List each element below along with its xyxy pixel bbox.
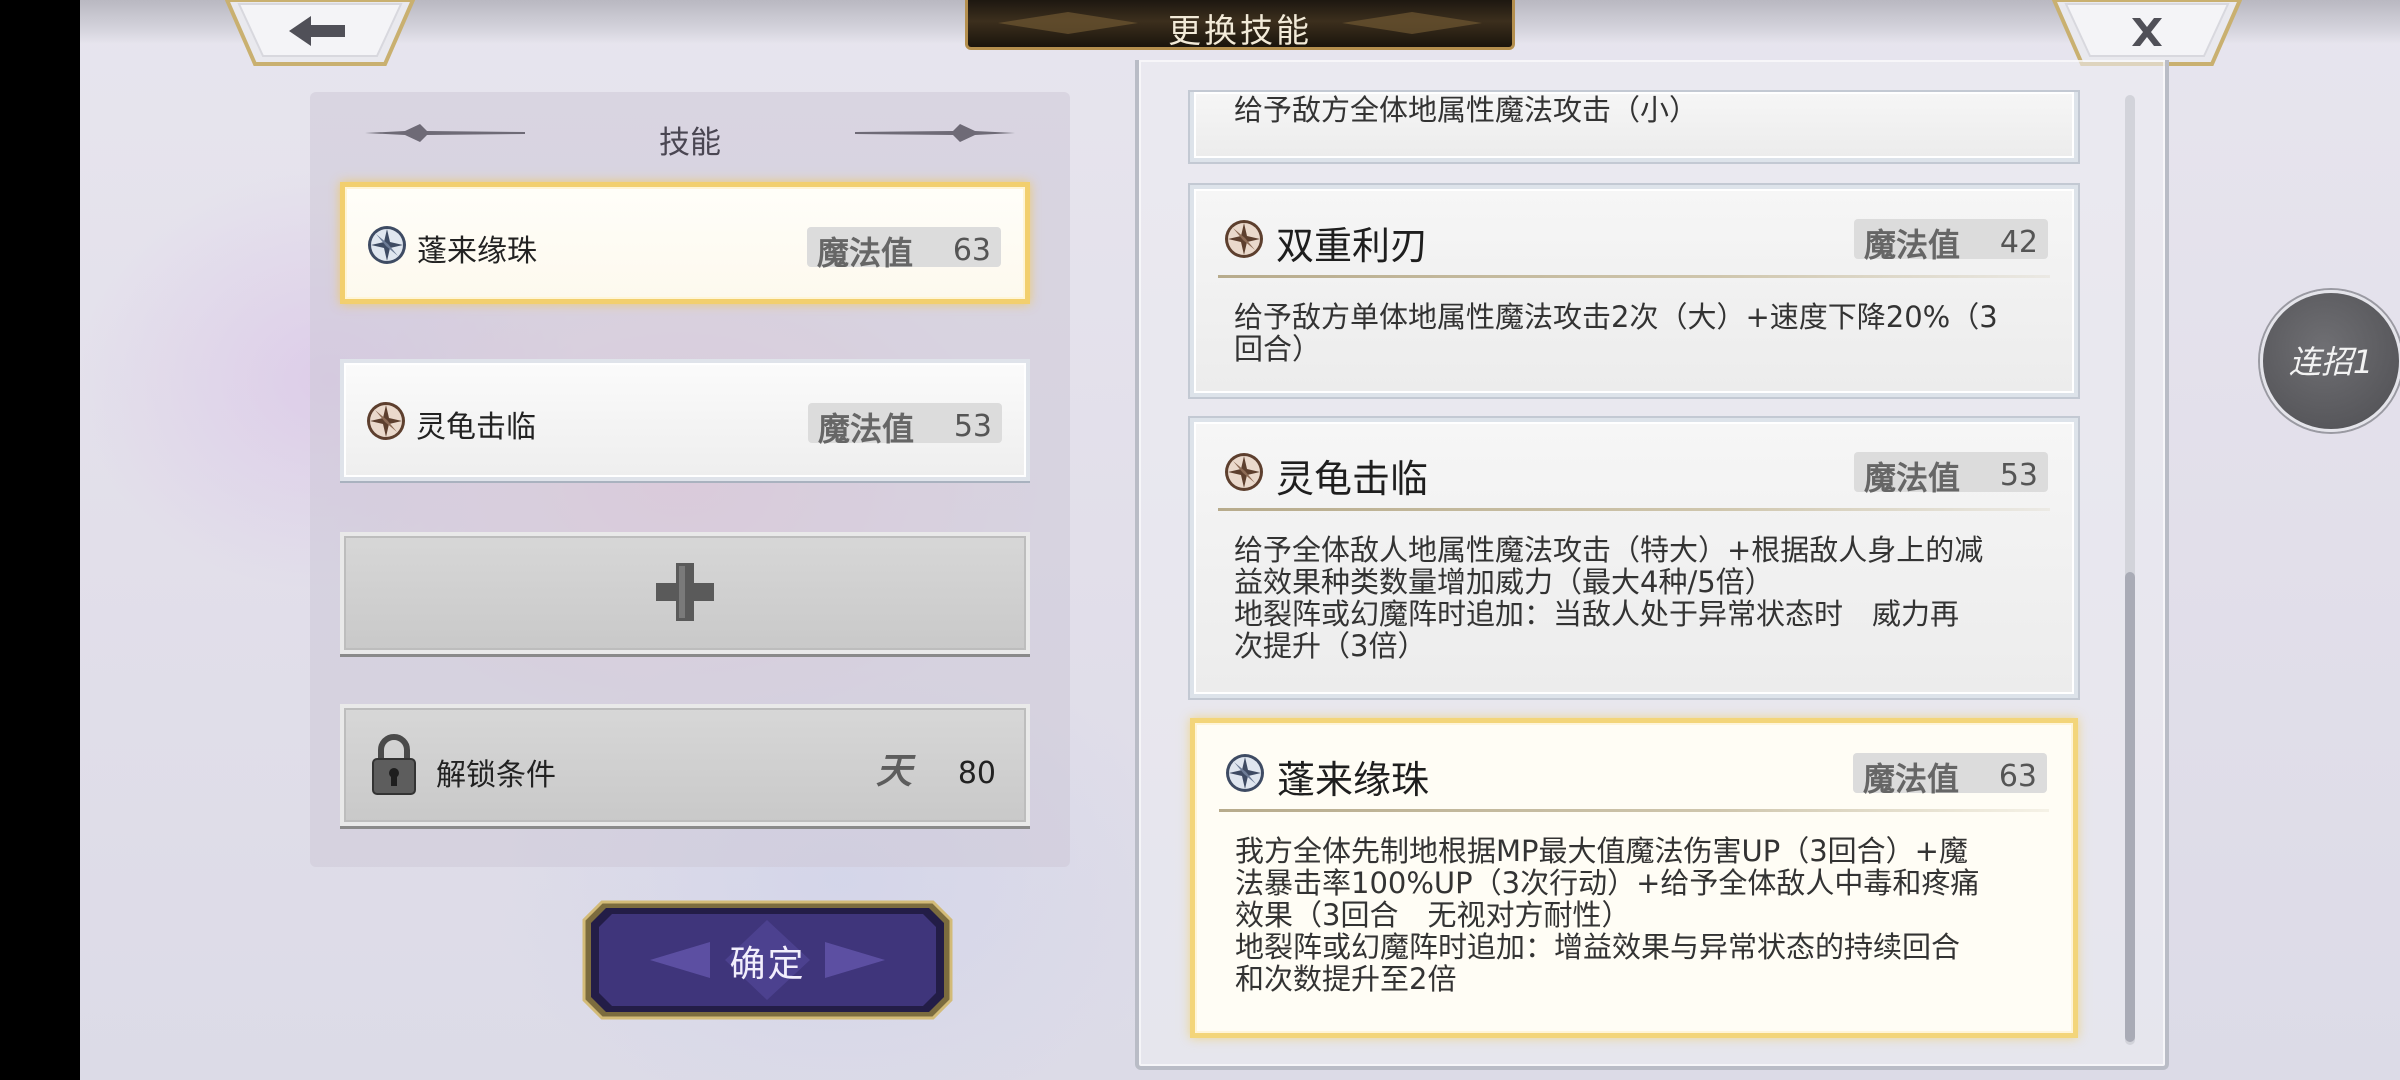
compass-star-blue-icon [1226, 754, 1264, 792]
skill-name: 双重利刃 [1276, 224, 1429, 268]
mp-value: 42 [1999, 225, 2038, 260]
skill-list-scrollbar-thumb[interactable] [2125, 572, 2135, 1042]
add-skill-slot[interactable] [340, 532, 1030, 654]
mp-cost-badge: 魔法值 53 [808, 403, 1002, 448]
combo-label: 连招1 [2288, 343, 2374, 381]
rank-heaven-icon: 天 [876, 751, 913, 792]
skill-card-2[interactable]: 灵龟击临 魔法值 53 给予全体敌人地属性魔法攻击（特大）+根据敌人身上的减 益… [1190, 418, 2078, 698]
back-arrow-icon [225, 0, 415, 66]
unlock-condition-label: 解锁条件 [436, 758, 556, 793]
mp-value: 53 [953, 409, 992, 444]
mp-label: 魔法值 [817, 234, 914, 272]
combo-button[interactable]: 连招1 [2260, 290, 2400, 432]
skill-description: 我方全体先制地根据MP最大值魔法伤害UP（3回合）+魔 法暴击率100%UP（3… [1235, 834, 1980, 996]
card-divider [1218, 508, 2050, 511]
skill-name: 灵龟击临 [1276, 457, 1429, 501]
skill-description: 给予全体敌人地属性魔法攻击（特大）+根据敌人身上的减 益效果种类数量增加威力（最… [1234, 533, 1984, 663]
game-screen: 更换技能 技能 蓬来缘珠 魔法值 63 灵龟击临 魔法值 53 解锁条件 天 8… [80, 0, 2400, 1080]
close-x-icon [2052, 0, 2242, 66]
compass-star-brown-icon [1225, 220, 1263, 258]
mp-cost-badge: 魔法值 63 [807, 227, 1001, 272]
locked-skill-slot[interactable]: 解锁条件 天 80 [340, 704, 1030, 826]
slot-skill-name: 灵龟击临 [416, 410, 536, 445]
padlock-icon [372, 734, 416, 795]
mp-label: 魔法值 [1864, 226, 1961, 264]
skill-description: 给予敌方全体地属性魔法攻击（小） [1234, 93, 1699, 127]
plus-icon [656, 563, 714, 621]
compass-star-blue-icon [368, 226, 406, 264]
mp-value: 63 [1998, 759, 2037, 794]
title-plate: 更换技能 [965, 0, 1515, 50]
equipped-skills-panel: 技能 蓬来缘珠 魔法值 63 灵龟击临 魔法值 53 解锁条件 天 80 [310, 92, 1070, 867]
skill-description: 给予敌方单体地属性魔法攻击2次（大）+速度下降20%（3 回合） [1234, 300, 1998, 366]
unlock-level-value: 80 [957, 756, 996, 791]
mp-cost-badge: 魔法值 42 [1854, 219, 2048, 264]
mp-label: 魔法值 [818, 410, 915, 448]
skill-name: 蓬来缘珠 [1277, 758, 1430, 802]
compass-star-brown-icon [367, 402, 405, 440]
skill-card-1[interactable]: 双重利刃 魔法值 42 给予敌方单体地属性魔法攻击2次（大）+速度下降20%（3… [1190, 185, 2078, 397]
skill-slot-1[interactable]: 蓬来缘珠 魔法值 63 [340, 182, 1030, 304]
mp-value: 53 [1999, 458, 2038, 493]
compass-star-brown-icon [1225, 453, 1263, 491]
skill-slot-2[interactable]: 灵龟击临 魔法值 53 [340, 359, 1030, 481]
mp-cost-badge: 魔法值 63 [1853, 753, 2047, 798]
page-title: 更换技能 [1168, 11, 1312, 50]
skill-card-partial[interactable]: 给予敌方全体地属性魔法攻击（小） [1190, 92, 2078, 162]
back-button[interactable] [225, 0, 415, 66]
mp-label: 魔法值 [1864, 459, 1961, 497]
close-button[interactable] [2052, 0, 2242, 66]
mp-label: 魔法值 [1863, 760, 1960, 798]
confirm-label: 确定 [729, 944, 806, 985]
skill-card-3[interactable]: 蓬来缘珠 魔法值 63 我方全体先制地根据MP最大值魔法伤害UP（3回合）+魔 … [1190, 718, 2078, 1038]
card-divider [1219, 809, 2049, 812]
card-divider [1218, 275, 2050, 278]
slot-skill-name: 蓬来缘珠 [417, 234, 537, 269]
mp-cost-badge: 魔法值 53 [1854, 452, 2048, 497]
panel-title-ornament-right [855, 124, 1015, 142]
mp-value: 63 [952, 233, 991, 268]
confirm-button[interactable]: 确定 [580, 898, 955, 1022]
